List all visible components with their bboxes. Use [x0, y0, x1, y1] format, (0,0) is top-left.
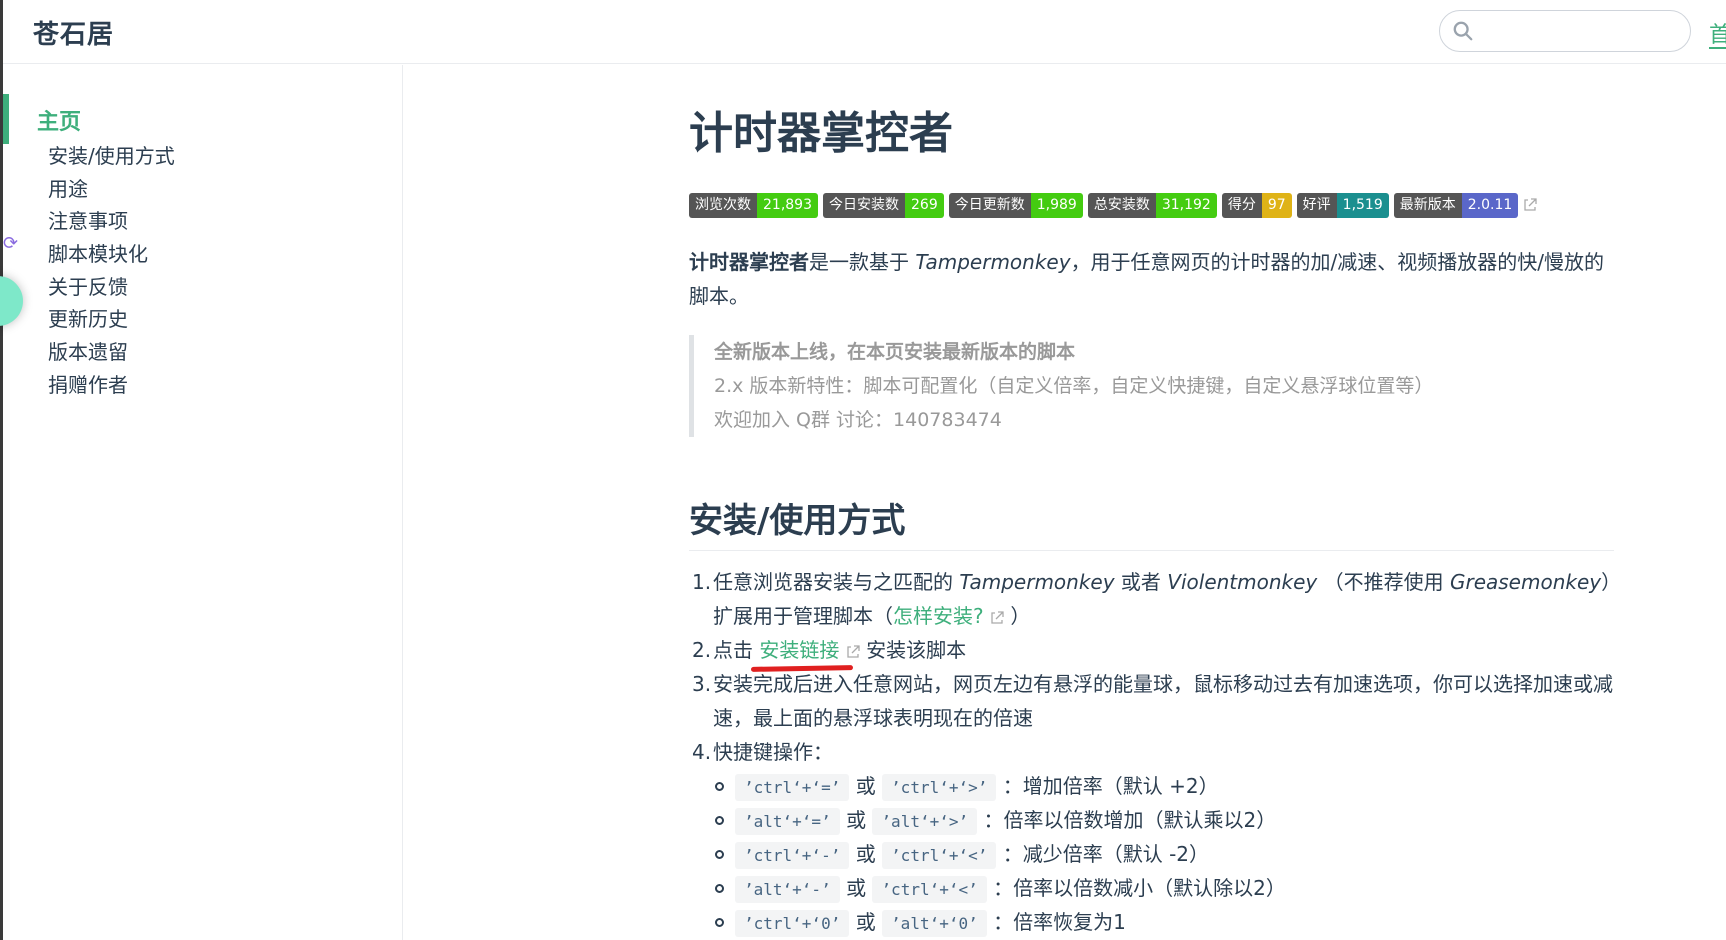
shortcut-key: ’ctrl‘+‘<’: [872, 876, 987, 903]
section-title-install: 安装/使用方式: [689, 493, 1614, 551]
sidebar-item-history[interactable]: 更新历史: [48, 303, 128, 332]
page-title: 计时器掌控者: [689, 108, 953, 159]
sidebar-item-feedback[interactable]: 关于反馈: [48, 271, 128, 300]
install-link[interactable]: 安装链接: [759, 633, 839, 667]
floating-speed-icon[interactable]: ⟳: [3, 233, 18, 254]
shortcut-key: ’ctrl‘+‘0’: [735, 910, 850, 937]
shortcut-item: ’alt‘+‘=’ 或 ’alt‘+‘>’ ：倍率以倍数增加（默认乘以2）: [689, 803, 1614, 837]
notice-headline: 全新版本上线，在本页安装最新版本的脚本: [714, 341, 1076, 363]
external-link-icon: [991, 610, 1004, 624]
step-1: 1. 任意浏览器安装与之匹配的 Tampermonkey 或者 Violentm…: [692, 570, 1612, 628]
notice-features: 2.x 版本新特性：脚本可配置化（自定义倍率，自定义快捷键，自定义悬浮球位置等）: [714, 375, 1434, 397]
badge-today-installs: 今日安装数 269: [823, 192, 944, 218]
badge-views: 浏览次数 21,893: [689, 192, 818, 218]
badge-total-installs: 总安装数 31,192: [1087, 192, 1217, 218]
badge-latest-version[interactable]: 最新版本 2.0.11: [1393, 192, 1519, 218]
notice-qq-group: 欢迎加入 Q群 讨论：140783474: [714, 409, 1002, 431]
nav-link-home[interactable]: 首: [1709, 17, 1726, 49]
step-2: 2. 点击 安装链接 安装该脚本: [689, 633, 1614, 667]
shortcut-key: ’ctrl‘+‘-’: [735, 842, 850, 869]
sidebar-item-notes[interactable]: 注意事项: [48, 205, 128, 234]
shortcut-item: ’ctrl‘+‘=’ 或 ’ctrl‘+‘>’ ：增加倍率（默认 +2）: [689, 769, 1614, 803]
badge-score: 得分 97: [1221, 192, 1292, 218]
sidebar: 主页 安装/使用方式 用途 注意事项 脚本模块化 关于反馈 更新历史 版本遗留 …: [0, 65, 403, 940]
external-link-icon: [1524, 198, 1537, 211]
badge-row: 浏览次数 21,893 今日安装数 269 今日更新数 1,989 总安装数 31,19…: [689, 192, 1537, 218]
search-input[interactable]: [1480, 17, 1680, 45]
search-box[interactable]: [1439, 10, 1691, 52]
floating-energy-ball[interactable]: [0, 276, 23, 326]
shortcut-item: ’alt‘+‘-’ 或 ’ctrl‘+‘<’ ：倍率以倍数减小（默认除以2）: [689, 871, 1614, 905]
sidebar-item-legacy[interactable]: 版本遗留: [48, 336, 128, 365]
shortcut-key: ’ctrl‘+‘>’: [882, 774, 997, 801]
search-icon: [1453, 21, 1473, 41]
install-steps: 1. 任意浏览器安装与之匹配的 Tampermonkey 或者 Violentm…: [689, 565, 1614, 939]
shortcut-key: ’alt‘+‘>’: [872, 808, 978, 835]
shortcut-list: ’ctrl‘+‘=’ 或 ’ctrl‘+‘>’ ：增加倍率（默认 +2） ’al…: [689, 769, 1614, 939]
intro-paragraph: 计时器掌控者是一款基于 Tampermonkey，用于任意网页的计时器的加/减速…: [689, 250, 1605, 308]
shortcut-key: ’ctrl‘+‘=’: [735, 774, 850, 801]
sidebar-item-usage[interactable]: 用途: [48, 173, 88, 202]
step-4: 4. 快捷键操作：: [692, 740, 833, 764]
step-3: 3. 安装完成后进入任意网站，网页左边有悬浮的能量球，鼠标移动过去有加速选项，你…: [692, 672, 1613, 730]
sidebar-item-install[interactable]: 安装/使用方式: [48, 140, 175, 169]
site-name[interactable]: 苍石居: [33, 14, 114, 51]
shortcut-key: ’alt‘+‘-’: [735, 876, 840, 903]
shortcut-key: ’alt‘+‘0’: [882, 910, 987, 937]
intro-name: 计时器掌控者: [689, 250, 809, 274]
shortcut-key: ’ctrl‘+‘<’: [882, 842, 997, 869]
navbar: 苍石居 首: [3, 0, 1726, 64]
external-link-icon: [847, 644, 860, 658]
badge-good-ratings: 好评 1,519: [1296, 192, 1389, 218]
shortcut-item: ’ctrl‘+‘0’ 或 ’alt‘+‘0’ ：倍率恢复为1: [689, 905, 1614, 939]
notice-blockquote: 全新版本上线，在本页安装最新版本的脚本 2.x 版本新特性：脚本可配置化（自定义…: [689, 335, 1589, 437]
sidebar-item-home[interactable]: 主页: [3, 94, 403, 144]
how-to-install-link[interactable]: 怎样安装?: [893, 604, 984, 628]
sidebar-item-label: 主页: [37, 110, 82, 135]
shortcut-item: ’ctrl‘+‘-’ 或 ’ctrl‘+‘<’ ：减少倍率（默认 -2）: [689, 837, 1614, 871]
sidebar-item-donate[interactable]: 捐赠作者: [48, 369, 128, 398]
sidebar-item-modular[interactable]: 脚本模块化: [48, 238, 148, 267]
badge-today-updates: 今日更新数 1,989: [948, 192, 1083, 218]
shortcut-key: ’alt‘+‘=’: [735, 808, 840, 835]
